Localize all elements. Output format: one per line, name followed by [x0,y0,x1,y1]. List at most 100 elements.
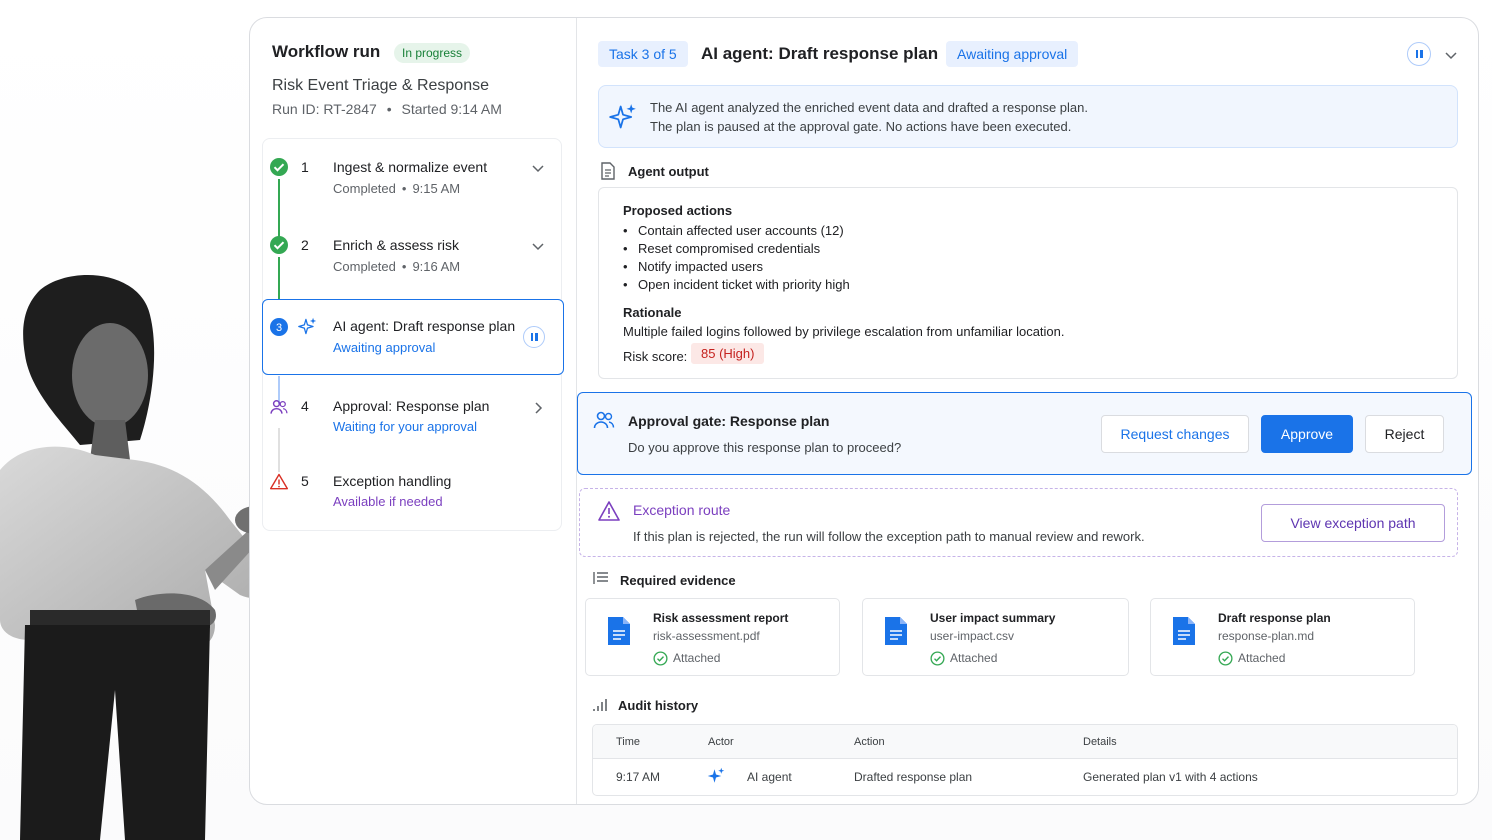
audit-action: Drafted response plan [854,770,973,784]
chevron-down-icon[interactable] [531,161,545,175]
task-title: AI agent: Draft response plan [701,44,939,63]
step-status-text: Completed [333,181,396,196]
warning-icon [269,473,289,490]
column-header: Action [854,736,885,748]
chevron-down-icon[interactable] [1444,48,1458,62]
evidence-file: response-plan.md [1218,629,1315,643]
evidence-file: risk-assessment.pdf [653,629,760,643]
header-pause-button[interactable] [1407,42,1431,66]
evidence-card[interactable]: Draft response plan response-plan.md Att… [1150,598,1415,676]
chevron-down-icon[interactable] [531,239,545,253]
evidence-name: Draft response plan [1218,611,1331,625]
sparkle-icon [298,317,317,335]
table-header: Time Actor Action Details [593,725,1457,759]
column-header: Time [616,736,641,748]
task-detail-panel: Task 3 of 5 AI agent: Draft response pla… [577,18,1478,804]
status-badge: In progress [394,43,471,63]
check-circle-icon [270,236,288,254]
people-icon [270,400,288,414]
approval-gate-title: Approval gate: Response plan [628,413,830,429]
step-status: Awaiting approval [333,340,436,355]
exception-route-panel: Exception route If this plan is rejected… [579,488,1458,557]
step-title: Approval: Response plan [333,398,490,414]
sparkle-icon [707,767,725,783]
step-item-5[interactable]: 5 Exception handling Available if needed [263,472,563,522]
run-meta: Run ID: RT-2847 • Started 9:14 AM [272,101,502,117]
exception-route-title: Exception route [633,502,731,518]
evidence-name: User impact summary [930,611,1056,625]
list-item: Notify impacted users [623,259,763,274]
meta-separator: • [401,259,407,274]
file-doc-icon [608,617,630,645]
sparkle-icon [609,104,636,129]
list-item: Open incident ticket with priority high [623,277,850,292]
approval-gate-question: Do you approve this response plan to pro… [628,440,902,455]
required-evidence-header: Required evidence [620,573,736,588]
evidence-card[interactable]: Risk assessment report risk-assessment.p… [585,598,840,676]
evidence-status: Attached [950,651,998,665]
rationale-title: Rationale [623,305,682,320]
step-title: AI agent: Draft response plan [333,318,516,334]
pause-button[interactable] [523,326,545,348]
step-status: Waiting for your approval [333,419,478,434]
list-item: Contain affected user accounts (12) [623,223,844,238]
document-icon [601,162,615,180]
step-time: 9:16 AM [412,259,461,274]
proposed-actions-title: Proposed actions [623,203,733,218]
step-time: 9:15 AM [412,181,461,196]
evidence-card[interactable]: User impact summary user-impact.csv Atta… [862,598,1129,676]
run-id: Run ID: RT-2847 [272,101,377,117]
reject-button[interactable]: Reject [1365,415,1444,453]
task-status-chip: Awaiting approval [946,41,1079,67]
stage: Workflow run In progress Risk Event Tria… [0,0,1492,840]
meta-separator: • [386,101,392,117]
check-circle-icon [270,158,288,176]
pause-icon [530,333,538,341]
risk-score-badge: 85 (High) [691,343,765,364]
column-header: Details [1083,736,1117,748]
evidence-status: Attached [1238,651,1286,665]
step-status-text: Completed [333,259,396,274]
workflow-title: Workflow run [272,42,381,61]
risk-score-label: Risk score: [623,349,688,364]
request-changes-button[interactable]: Request changes [1101,415,1249,453]
evidence-status: Attached [673,651,721,665]
view-exception-path-button[interactable]: View exception path [1261,504,1445,542]
audit-history-header: Audit history [618,698,699,713]
step-number: 5 [301,473,309,489]
step-item-4[interactable]: 4 Approval: Response plan Waiting for yo… [263,397,563,453]
meta-separator: • [401,181,407,196]
svg-text:3: 3 [276,322,282,334]
step-title: Exception handling [333,473,452,489]
step-item-2[interactable]: 2 Enrich & assess risk Completed • 9:16 AM [263,235,563,295]
agent-output-box: Proposed actions Contain affected user a… [598,187,1458,379]
bar-chart-icon [593,699,607,711]
agent-output-header: Agent output [628,164,709,179]
people-icon [593,411,615,429]
step-item-3[interactable]: 3 AI agent: Draft response plan Awaiting… [262,299,564,375]
file-doc-icon [1173,617,1195,645]
step-title: Ingest & normalize event [333,159,488,175]
agent-info-banner: The AI agent analyzed the enriched event… [598,85,1458,148]
list-item: Reset compromised credentials [623,241,820,256]
column-header: Actor [708,736,734,748]
file-doc-icon [885,617,907,645]
check-circle-outline-icon [1218,651,1233,666]
approve-button[interactable]: Approve [1261,415,1353,453]
pause-icon [1415,50,1423,58]
step-status: Available if needed [333,494,443,509]
exception-route-text: If this plan is rejected, the run will f… [633,529,1145,544]
step-status: Completed • 9:16 AM [333,259,460,274]
step-item-1[interactable]: 1 Ingest & normalize event Completed • 9:1… [263,157,563,217]
audit-time: 9:17 AM [616,770,661,784]
step-number: 2 [301,237,309,253]
evidence-file: user-impact.csv [930,629,1015,643]
run-started: Started 9:14 AM [401,101,502,117]
step-number: 4 [301,398,309,414]
chevron-right-icon[interactable] [531,401,545,415]
warning-icon [598,501,620,521]
audit-details: Generated plan v1 with 4 actions [1083,770,1258,784]
run-name: Risk Event Triage & Response [272,77,489,94]
step-number: 1 [301,159,309,175]
workflow-sidebar: Workflow run In progress Risk Event Tria… [250,18,577,804]
